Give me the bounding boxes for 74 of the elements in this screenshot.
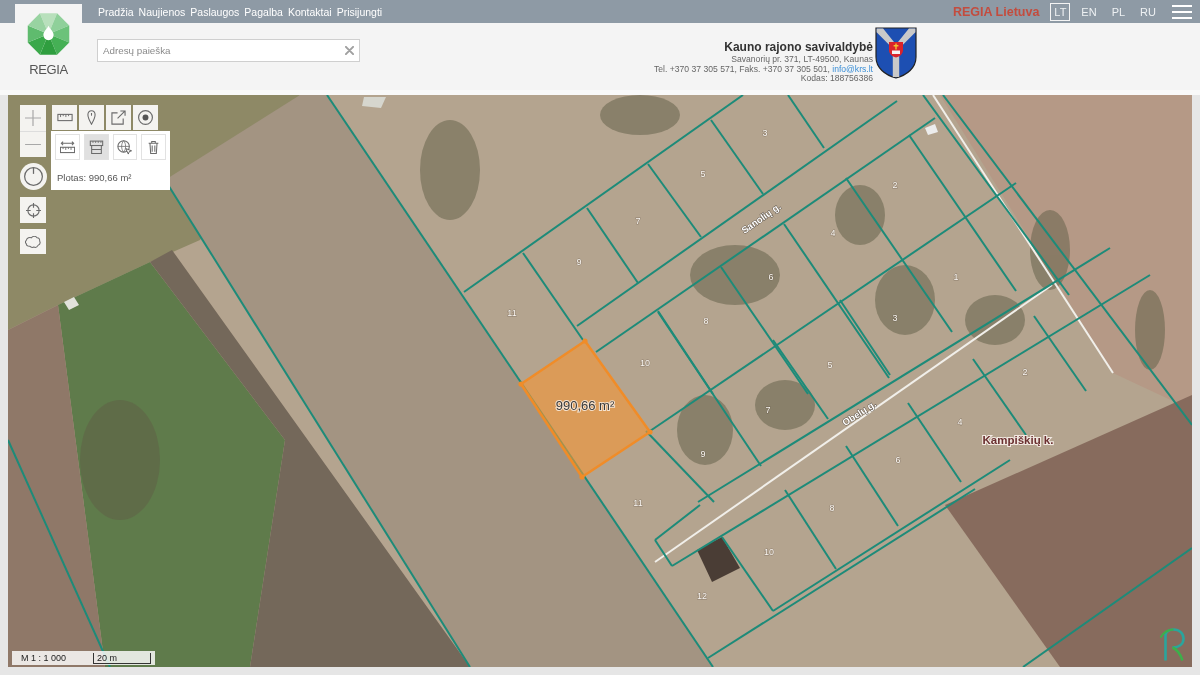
swirl-logo-icon	[1159, 628, 1185, 662]
parcel-number: 8	[829, 503, 835, 513]
ruler-frame-icon	[88, 139, 104, 155]
parcel-number: 2	[1022, 367, 1028, 377]
ruler-button[interactable]	[52, 105, 77, 130]
parcel-number: 7	[765, 405, 771, 415]
parcel-number: 3	[762, 128, 768, 138]
parcel-number: 5	[827, 360, 833, 370]
export-button[interactable]	[106, 105, 131, 130]
parcel-number: 5	[700, 169, 706, 179]
parcel-number: 9	[576, 257, 582, 267]
globe-cursor-icon	[117, 139, 133, 155]
crosshair-icon	[25, 202, 41, 218]
brand-title: REGIA Lietuva	[952, 4, 1040, 19]
language-link[interactable]: RU	[1136, 2, 1160, 21]
nav-link[interactable]: Pagalba	[244, 5, 283, 18]
area-result-text: Plotas: 990,66 m²	[57, 172, 133, 183]
parcel-number: 8	[703, 316, 709, 326]
dot-in-circle-icon	[138, 110, 153, 125]
parcel-number: 3	[892, 313, 898, 323]
measure-distance-button[interactable]	[55, 134, 80, 160]
parcel-number: 10	[640, 358, 650, 368]
logo-text: REGIA	[29, 62, 68, 77]
parcel-number: 4	[957, 417, 963, 427]
export-icon	[111, 110, 126, 125]
parcel-number: 11	[633, 498, 643, 508]
parcel-number: 6	[768, 272, 774, 282]
zoom-out-button[interactable]	[20, 131, 46, 157]
parcel-number: 9	[700, 449, 706, 459]
parcel-number: 4	[830, 228, 836, 238]
dot-button[interactable]	[133, 105, 158, 130]
country-view-button[interactable]	[20, 229, 46, 254]
pin-icon	[87, 110, 96, 125]
parcel-number: 7	[635, 216, 641, 226]
parcel-number: 12	[697, 591, 707, 601]
nav-link[interactable]: Naujienos	[138, 5, 186, 18]
parcel-number: 2	[892, 180, 898, 190]
village-name: Kampiškių k.	[982, 434, 1054, 446]
ruler-icon	[56, 113, 73, 122]
menu-icon	[1172, 4, 1192, 19]
ruler-arrows-icon	[59, 139, 75, 155]
parcel-number: 1	[953, 272, 959, 282]
nav-link[interactable]: Pradžia	[98, 5, 134, 18]
octagon-logo-icon	[26, 13, 71, 55]
contact-text: Tel. +370 37 305 571, Faks. +370 37 305 501, info@krs.lt	[654, 64, 873, 74]
address-text: Savanorių pr. 371, LT-49500, Kaunas	[731, 55, 873, 65]
scale-ratio: M 1 : 1 000	[21, 653, 67, 663]
parcel-number: 11	[507, 308, 517, 318]
shield-emblem-icon	[875, 27, 917, 79]
email-link[interactable]: info@krs.lt	[832, 63, 873, 74]
nav-link[interactable]: Kontaktai	[287, 5, 332, 18]
locate-button[interactable]	[20, 197, 46, 223]
company-code-text: Kodas: 188756386	[800, 74, 873, 84]
language-link[interactable]: LT	[1050, 2, 1071, 21]
language-link[interactable]: PL	[1107, 2, 1130, 21]
nav-link[interactable]: Paslaugos	[190, 5, 240, 18]
municipality-name: Kauno rajono savivaldybė	[724, 40, 873, 55]
clear-icon[interactable]	[345, 46, 354, 55]
search-field[interactable]: Adresų paieška	[97, 39, 360, 62]
country-outline-icon	[25, 235, 41, 248]
language-link[interactable]: EN	[1077, 2, 1101, 21]
parcel-number: 6	[895, 455, 901, 465]
area-measurement-label: 990,66 m²	[555, 398, 615, 413]
measure-area-button[interactable]	[83, 134, 109, 160]
plus-icon	[25, 110, 41, 126]
pin-button[interactable]	[79, 105, 104, 130]
parcel-number: 10	[764, 547, 774, 557]
minus-icon	[25, 143, 41, 146]
scale-bar: 20 m	[93, 652, 152, 664]
measure-radius-button[interactable]	[112, 134, 138, 160]
nav-link[interactable]: Prisijungti	[336, 5, 383, 18]
menu-button[interactable]	[1172, 4, 1192, 19]
delete-button[interactable]	[141, 134, 166, 160]
dial-icon	[24, 167, 43, 186]
